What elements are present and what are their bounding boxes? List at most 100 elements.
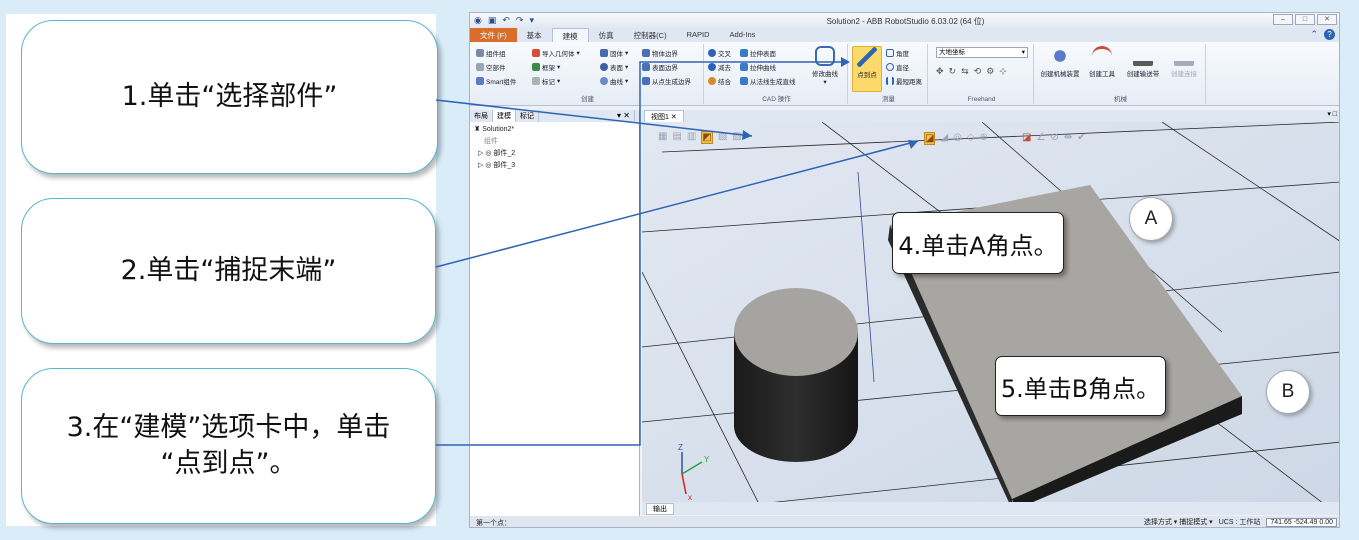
group-machine-label: 机械 bbox=[1114, 96, 1127, 103]
diameter-button[interactable]: 直径 bbox=[886, 62, 909, 72]
line-from-normal-icon bbox=[740, 77, 748, 85]
tree-item-part-3[interactable]: ▷ ◎ 部件_3 bbox=[474, 160, 635, 172]
boundary-from-points-button[interactable]: 从点生成边界 bbox=[642, 76, 691, 86]
callout-step-5-text: 5.单击B角点。 bbox=[1000, 374, 1161, 403]
point-a-label: A bbox=[1129, 197, 1173, 241]
curve-button[interactable]: 曲线 ▾ bbox=[600, 76, 628, 86]
jog-linear-icon[interactable]: ⊹ bbox=[999, 66, 1007, 77]
boundary-from-points-icon bbox=[642, 77, 650, 85]
status-bar: 第一个点： 选择方式 ▾ 捕捉模式 ▾ UCS : 工作站 741.65 -52… bbox=[470, 516, 1339, 527]
pane-tab-marks[interactable]: 标记 bbox=[516, 110, 539, 122]
snap-center-icon[interactable]: ◎ bbox=[953, 132, 962, 145]
smart-component-button[interactable]: Smart组件 bbox=[476, 76, 516, 86]
line-from-normal-button[interactable]: 从法线生成直线 bbox=[740, 76, 796, 86]
tab-modeling[interactable]: 建模 bbox=[551, 28, 589, 42]
selection-snap-mode[interactable]: 选择方式 ▾ 捕捉模式 ▾ bbox=[1144, 517, 1213, 527]
instruction-panel: 1.单击“选择部件” 2.单击“捕捉末端” 3.在“建模”选项卡中，单击 “点到… bbox=[6, 14, 438, 526]
part-icon: ◎ bbox=[485, 150, 492, 157]
point-to-point-button[interactable]: 点到点 bbox=[852, 46, 882, 92]
intersect-button[interactable]: 交叉 bbox=[708, 48, 731, 58]
create-connection-button[interactable]: 创建连接 bbox=[1166, 46, 1202, 78]
select-body-icon[interactable]: ▥ bbox=[687, 131, 696, 144]
help-icon[interactable]: ? bbox=[1324, 29, 1335, 40]
minimize-button[interactable]: – bbox=[1273, 14, 1293, 25]
modify-curve-button[interactable]: 修改曲线 ▾ bbox=[810, 46, 840, 86]
tab-addins[interactable]: Add-Ins bbox=[720, 28, 766, 42]
tab-file[interactable]: 文件 (F) bbox=[470, 28, 517, 42]
create-mechanism-button[interactable]: 创建机械装置 bbox=[1038, 46, 1082, 78]
minimum-distance-button[interactable]: 最短距离 bbox=[886, 76, 922, 86]
rotate-icon[interactable]: ↻ bbox=[949, 66, 957, 77]
select-part-icon[interactable]: ◩ bbox=[701, 131, 713, 144]
smart-component-icon bbox=[476, 77, 484, 85]
reorient-icon[interactable]: ⟲ bbox=[974, 66, 982, 77]
ucs-indicator: UCS : 工作站 bbox=[1218, 519, 1261, 526]
callout-step-1: 1.单击“选择部件” bbox=[21, 20, 438, 174]
tree-item-components[interactable]: 组件 bbox=[474, 136, 635, 148]
snap-end-icon[interactable]: ◪ bbox=[924, 132, 936, 145]
component-group-icon bbox=[476, 49, 484, 57]
view-tab-bar: 视图1 ✕ ▾ □ bbox=[642, 110, 1339, 124]
select-curve-icon[interactable]: ▦ bbox=[658, 131, 667, 144]
empty-part-button[interactable]: 空部件 bbox=[476, 62, 506, 72]
tab-rapid[interactable]: RAPID bbox=[677, 28, 720, 42]
close-button[interactable]: ✕ bbox=[1317, 14, 1337, 25]
move-icon[interactable]: ✥ bbox=[936, 66, 944, 77]
freehand-tools: ✥ ↻ ⇆ ⟲ ⚙ ⊹ bbox=[936, 66, 1007, 77]
solid-button[interactable]: 固体 ▾ bbox=[600, 48, 628, 58]
measure-p2p-icon[interactable]: ◪ bbox=[1022, 132, 1031, 143]
select-group-icon[interactable]: ▨ bbox=[732, 131, 741, 144]
subtract-button[interactable]: 减去 bbox=[708, 62, 731, 72]
group-freehand-label: Freehand bbox=[967, 96, 996, 103]
create-conveyor-button[interactable]: 创建输送带 bbox=[1122, 46, 1164, 78]
pane-close-icon[interactable]: ▾ ✕ bbox=[613, 110, 635, 121]
tab-home[interactable]: 基本 bbox=[517, 28, 552, 42]
callout-step-3-line1: 3.在“建模”选项卡中，单击 bbox=[66, 411, 391, 443]
surface-icon bbox=[600, 63, 608, 71]
measure-distance-icon[interactable]: ⇹ bbox=[1064, 132, 1072, 143]
tree-item-part-2[interactable]: ▷ ◎ 部件_2 bbox=[474, 148, 635, 160]
mark-button[interactable]: 标记 ▾ bbox=[532, 76, 560, 86]
tab-simulation[interactable]: 仿真 bbox=[589, 28, 624, 42]
component-group-button[interactable]: 组件组 bbox=[476, 48, 506, 58]
axis-z-label: Z bbox=[678, 443, 683, 452]
frame-button[interactable]: 框架 ▾ bbox=[532, 62, 560, 72]
tree-item-station[interactable]: ♜ Solution2* bbox=[474, 124, 635, 136]
solid-icon bbox=[600, 49, 608, 57]
window-controls: – □ ✕ bbox=[1273, 14, 1337, 25]
body-boundary-button[interactable]: 物体边界 bbox=[642, 48, 678, 58]
snap-edge-icon[interactable]: ◢ bbox=[940, 132, 948, 145]
minimum-distance-icon bbox=[886, 77, 894, 85]
select-mechanism-icon[interactable]: ▧ bbox=[718, 131, 727, 144]
tab-controller[interactable]: 控制器(C) bbox=[624, 28, 677, 42]
measure-angle-icon[interactable]: ∠ bbox=[1036, 132, 1045, 143]
callout-step-4: 4.单击A角点。 bbox=[892, 212, 1064, 274]
create-tool-button[interactable]: 创建工具 bbox=[1084, 46, 1120, 78]
union-button[interactable]: 结合 bbox=[708, 76, 731, 86]
snap-local-icon[interactable]: ⊕ bbox=[980, 132, 988, 145]
angle-button[interactable]: 角度 bbox=[886, 48, 909, 58]
linear-move-icon[interactable]: ⇆ bbox=[961, 66, 969, 77]
import-geometry-button[interactable]: 导入几何体 ▾ bbox=[532, 48, 580, 58]
callout-step-5: 5.单击B角点。 bbox=[995, 356, 1166, 416]
surface-boundary-button[interactable]: 表面边界 bbox=[642, 62, 678, 72]
measure-keep-icon[interactable]: ✔ bbox=[1077, 132, 1085, 143]
snap-object-icon[interactable]: ◇ bbox=[967, 132, 975, 145]
pane-tab-modeling[interactable]: 建模 bbox=[493, 110, 516, 122]
select-surface-icon[interactable]: ▤ bbox=[672, 131, 681, 144]
reference-frame-select[interactable]: 大地坐标 ▾ bbox=[936, 47, 1028, 58]
pane-tab-layout[interactable]: 布局 bbox=[470, 110, 493, 122]
extrude-curve-button[interactable]: 拉伸曲线 bbox=[740, 62, 776, 72]
measure-diameter-icon[interactable]: ⊘ bbox=[1050, 132, 1058, 143]
extrude-surface-button[interactable]: 拉伸表面 bbox=[740, 48, 776, 58]
view-window-controls-icon[interactable]: ▾ □ bbox=[1327, 110, 1337, 118]
maximize-button[interactable]: □ bbox=[1295, 14, 1315, 25]
collapse-ribbon-icon[interactable]: ⌃ bbox=[1310, 29, 1318, 40]
surface-button[interactable]: 表面 ▾ bbox=[600, 62, 628, 72]
callout-step-3-line2: “点到点”。 bbox=[160, 448, 297, 479]
group-measure: 点到点 角度 直径 最短距离 测量 bbox=[850, 44, 928, 104]
jog-joint-icon[interactable]: ⚙ bbox=[986, 66, 994, 77]
tab-output[interactable]: 输出 bbox=[646, 503, 674, 515]
3d-viewport[interactable]: Z Y x ▦ ▤ ▥ ◩ ▧ ▨ ◪ ◢ ◎ ◇ ⊕ ◪ ∠ ⊘ ⇹ ✔ 4.… bbox=[642, 122, 1339, 510]
axis-x-label: x bbox=[688, 493, 692, 502]
